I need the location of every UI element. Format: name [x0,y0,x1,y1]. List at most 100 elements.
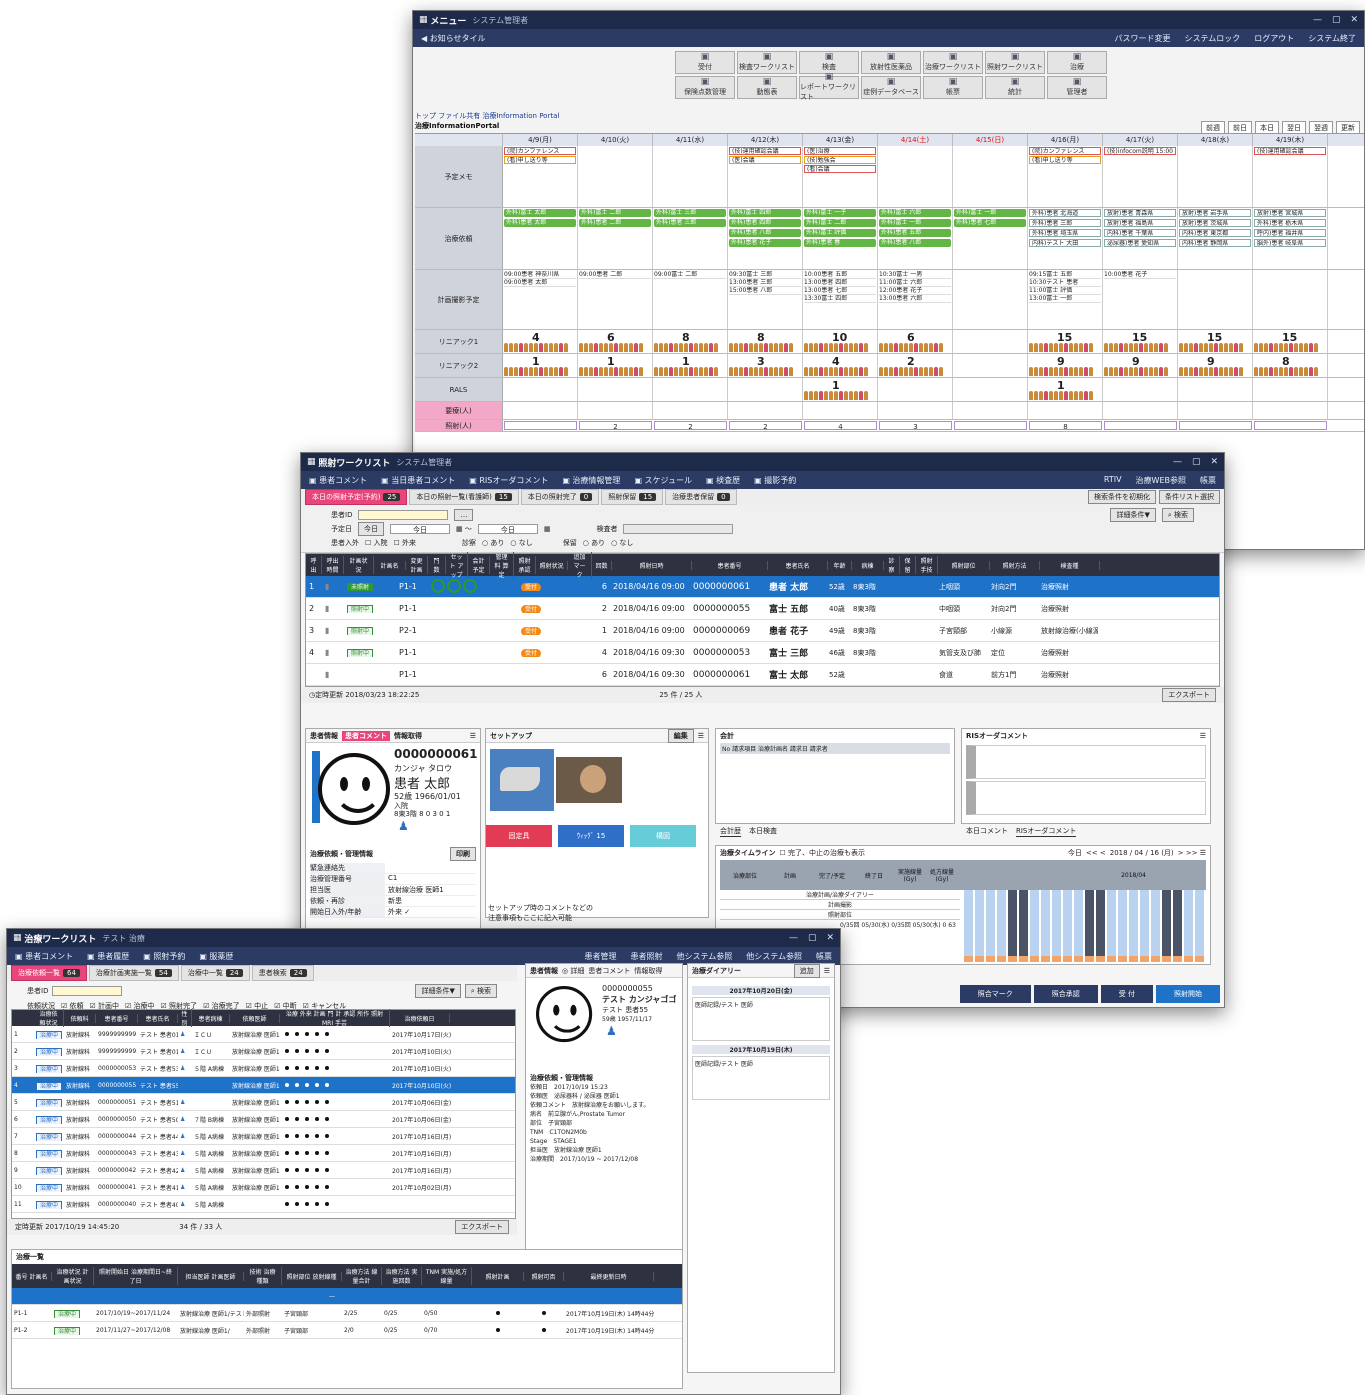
memo-entry[interactable]: (看)申し送り等 [504,156,576,164]
request-entry[interactable]: 内科)患者 千葉県 [1104,229,1176,237]
treat-toolbar-right-0[interactable]: 患者管理 [584,951,616,962]
menu-button-9[interactable]: ▣ レポートワークリスト [799,73,859,101]
schedule-cell[interactable]: (院)カンファレンス (看)申し送り等 [1028,146,1103,207]
irr-col-header[interactable]: 検査種 [1040,560,1100,570]
table-row[interactable]: 4 ▮ 照射中 P1-1 受付 4 2018/04/16 09:30 0000000053 富士… [306,642,1219,664]
memo-entry[interactable]: (看)申し送り等 [1029,156,1101,164]
close-icon[interactable]: ✕ [826,933,834,943]
memo-entry[interactable]: (技)運用確認会議 [729,147,801,155]
call-icon[interactable]: ▮ [322,582,344,591]
irr-col-header[interactable]: 病棟 [852,560,884,570]
irr-col-header[interactable]: 呼出 [306,556,322,574]
request-entry[interactable]: 外科)患者 七郎 [954,219,1026,227]
call-icon[interactable]: ▮ [322,648,344,657]
irr-tabs-right-0[interactable]: 検索条件を初期化 [1088,490,1156,504]
request-entry[interactable]: 外科)富士 一子 [804,209,876,217]
schedule-cell[interactable] [1178,270,1253,329]
treat-toolbar-item-1[interactable]: ▣ 患者履歴 [87,951,129,962]
hold-yes-radio[interactable]: ○ あり [583,538,605,548]
treatment-detail-button[interactable]: 詳細条件▼ [415,984,461,998]
menu-button-1[interactable]: ▣ 検査ワークリスト [737,51,797,74]
plan-entry[interactable]: 13:00患者 六郎 [879,295,951,303]
request-entry[interactable]: 放射)患者 福島県 [1104,219,1176,227]
menu-button-10[interactable]: ▣ 症例データベース [861,76,921,99]
treatment-list-row[interactable]: P1-2 治療中 2017/11/27~2017/12/08 放射線治療 医師1/外部… [12,1322,682,1339]
request-entry[interactable]: 呼内)患者 福井県 [1254,229,1326,237]
minimize-icon[interactable]: — [1313,15,1322,25]
irr-toolbar-item-3[interactable]: ▣ 治療情報管理 [562,475,620,486]
irr-col-header[interactable]: 保留 [900,556,916,574]
plan-entry[interactable]: 13:00患者 七郎 [804,287,876,295]
irr-status[interactable]: 受付 [521,605,542,613]
irr-col-header[interactable]: 管理料 算定 [490,551,514,579]
plan-entry[interactable]: 10:30富士 一男 [879,271,951,279]
maximize-icon[interactable]: ▢ [808,933,817,943]
menu-button-6[interactable]: ▣ 治療 [1047,51,1107,74]
prev-icon[interactable]: << < [1086,849,1106,857]
schedule-cell[interactable]: 外科)患者 北海道 外科)患者 三郎 外科)患者 埼玉県 内科)テスト 大田 [1028,208,1103,269]
treat-tab-1[interactable]: 治療計画実施一覧 54 [88,965,179,981]
maximize-icon[interactable]: ▢ [1332,15,1341,25]
menu-button-7[interactable]: ▣ 保険点数管理 [675,76,735,99]
memo-entry[interactable]: (医)治療 [804,147,876,155]
irr-toolbar-item-4[interactable]: ▣ スケジュール [634,475,692,486]
plan-entry[interactable]: 09:00患者 二郎 [579,271,651,279]
treatment-list-row[interactable]: — [12,1288,682,1305]
memo-entry[interactable]: (医)会議 [729,156,801,164]
menu-button-13[interactable]: ▣ 管理者 [1047,76,1107,99]
treat-toolbar-item-2[interactable]: ▣ 照射予約 [143,951,185,962]
in-checkbox[interactable]: ☐ 入院 [365,538,388,548]
table-row[interactable]: 1 ▮ 未照射 P1-1 受付 6 2018/04/16 09:00 0000000061 患者… [306,576,1219,598]
schedule-cell[interactable]: 外科)富士 四郎 外科)患者 四郎 外科)患者 八郎 外科)患者 花子 [728,208,803,269]
composition-button[interactable]: 構図 [630,825,696,847]
request-entry[interactable]: 外科)富士 六郎 [879,209,951,217]
schedule-cell[interactable]: (院)カンファレンス (看)申し送り等 [503,146,578,207]
schedule-cell[interactable] [878,146,953,207]
schedule-cell[interactable]: 放射)患者 宮城県 外科)患者 栃木県 呼内)患者 福井県 脳外)患者 岐阜県 [1253,208,1328,269]
request-entry[interactable]: 外科)患者 八郎 [729,229,801,237]
request-entry[interactable]: 放射)患者 宮城県 [1254,209,1326,217]
memo-entry[interactable]: (技)運用確認会議 [1254,147,1326,155]
timeline-row[interactable]: 治療計画/治療ダイアリー [720,890,960,900]
call-icon[interactable]: ▮ [322,626,344,635]
irr-status[interactable]: 受付 [521,649,542,657]
info-fetch-tab[interactable]: 情報取得 [394,731,422,741]
hamburger-icon[interactable]: ☰ [470,732,476,740]
show-completed-checkbox[interactable]: ☐ 完了、中止の治療も表示 [780,848,866,858]
menu-toolbar-item-3[interactable]: システム終了 [1308,33,1356,44]
search-button[interactable]: ⌕ 検索 [1161,508,1194,522]
breadcrumb[interactable]: トップ ファイル共有 治療Information Portal [415,112,559,120]
plan-entry[interactable]: 12:00患者 花子 [879,287,951,295]
schedule-cell[interactable] [653,146,728,207]
table-row[interactable]: 9 治療中 放射線科 0000000042 テスト 患者42 ♟ ５階 A病棟 放射線治療 医… [12,1162,515,1179]
schedule-cell[interactable]: 外科)富士 三郎 外科)患者 三郎 [653,208,728,269]
memo-entry[interactable]: (技)infocom説明 15:00 [1104,147,1176,155]
schedule-cell[interactable]: 外科)富士 二郎 外科)患者 二郎 [578,208,653,269]
irr-tab-0[interactable]: 本日の照射予定(予約) 25 [305,489,408,505]
irr-footer-button-1[interactable]: 照合承認 [1033,985,1098,1003]
treatment-patient-id-input[interactable] [52,986,123,996]
table-row[interactable]: 2 治療中 放射線科 9999999999 テスト 患者01 ♟ ＩＣＵ 放射線治療 医師1 2… [12,1043,515,1060]
next-icon[interactable]: > >> ☰ [1178,849,1206,857]
irr-col-header[interactable]: 変更計画 [406,556,428,574]
request-entry[interactable]: 泌尿器)患者 愛知県 [1104,239,1176,247]
plan-entry[interactable]: 09:00患者 神奈川県 [504,271,576,279]
call-icon[interactable]: ▮ [322,604,344,613]
table-row[interactable]: 4 治療中 放射線科 0000000055 テスト 患者55 ♟ 放射線治療 医師1 2017… [12,1077,515,1094]
request-entry[interactable]: 外科)患者 二郎 [579,219,651,227]
request-entry[interactable]: 外科)患者 太郎 [504,219,576,227]
schedule-cell[interactable]: 10:00患者 五郎 13:00患者 四郎 13:00患者 七郎 13:30富士 四郎 [803,270,878,329]
plan-entry[interactable]: 09:15富士 五郎 [1029,271,1101,279]
ris-comment-box-1[interactable] [966,745,1206,779]
irr-toolbar-right-0[interactable]: RTIV [1104,475,1122,486]
plan-entry[interactable]: 10:30テスト 患者 [1029,279,1101,287]
detail-conditions-button[interactable]: 詳細条件▼ [1110,508,1156,522]
irr-col-header[interactable]: 照射 手技 [916,556,938,574]
schedule-cell[interactable]: 外科)富士 一郎 外科)患者 七郎 [953,208,1028,269]
schedule-cell[interactable]: 09:00患者 二郎 [578,270,653,329]
schedule-cell[interactable]: 10:00患者 花子 [1103,270,1178,329]
treat-tab-0[interactable]: 治療依頼一覧 64 [11,965,87,981]
timeline-today[interactable]: 今日 [1068,848,1082,858]
table-row[interactable]: 11 治療中 放射線科 0000000040 テスト 患者40 ♟ ５階 A病棟 [12,1196,515,1213]
irr-toolbar-right-1[interactable]: 治療WEB参照 [1136,475,1186,486]
